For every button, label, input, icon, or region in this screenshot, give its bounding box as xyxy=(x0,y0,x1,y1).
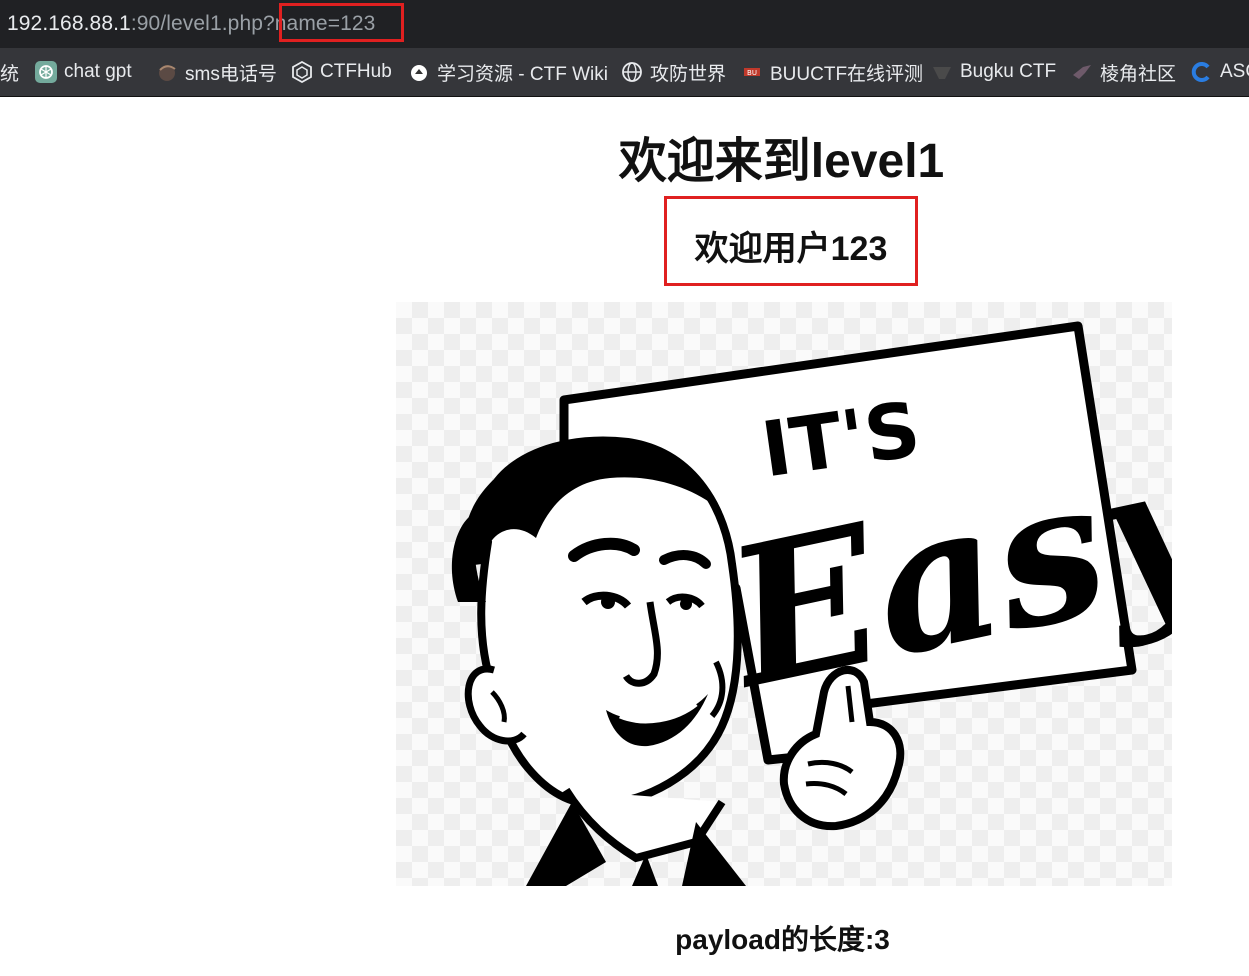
its-easy-image: IT'S Easy xyxy=(396,302,1244,886)
bookmark-label: chat gpt xyxy=(64,61,132,82)
bookmark-label: sms电话号 xyxy=(185,63,277,85)
bookmark-ctfhub[interactable]: CTFHub xyxy=(291,48,392,96)
bugku-icon xyxy=(931,61,953,83)
globe-icon xyxy=(621,61,643,83)
bookmark-label: 统 xyxy=(0,63,20,85)
openai-icon xyxy=(35,61,57,83)
svg-text:BU: BU xyxy=(747,69,757,77)
address-bar[interactable]: 192.168.88.1:90/level1.php?name=123 xyxy=(0,0,1249,48)
ctfhub-icon xyxy=(291,61,313,83)
bookmark-chat-gpt[interactable]: chat gpt xyxy=(35,48,132,96)
bookmark-ctf-wiki[interactable]: 学习资源 - CTF Wiki xyxy=(408,48,608,96)
ctf-wiki-icon xyxy=(408,61,430,83)
user-greeting: 欢迎用户123 xyxy=(694,230,888,268)
bookmark-item[interactable]: 统 xyxy=(0,48,19,96)
bookmark-label: 攻防世界 xyxy=(650,63,727,85)
query-highlight-box xyxy=(279,3,404,42)
buuctf-icon: BU xyxy=(741,61,763,83)
sms-icon xyxy=(156,61,178,83)
bookmark-label: BUUCTF在线评测 xyxy=(770,63,924,85)
its-easy-illustration: IT'S Easy xyxy=(451,321,1244,886)
bookmark-label: ASC xyxy=(1220,61,1249,82)
bookmark-lengjiao[interactable]: 棱角社区 xyxy=(1071,48,1176,96)
bookmark-sms[interactable]: sms电话号 xyxy=(156,48,277,96)
bookmark-label: 棱角社区 xyxy=(1100,63,1177,85)
bookmark-asc[interactable]: ASC xyxy=(1191,48,1249,96)
url-path: :90/level1.php? xyxy=(130,12,275,35)
bookmark-buuctf[interactable]: BU BUUCTF在线评测 xyxy=(741,48,923,96)
bookmark-gongfang[interactable]: 攻防世界 xyxy=(621,48,726,96)
bookmark-label: 学习资源 - CTF Wiki xyxy=(437,63,608,85)
bookmarks-bar: 统 chat gpt sms电话号 CTFHub 学习资源 - CTF Wiki xyxy=(0,48,1249,97)
bookmark-bugku[interactable]: Bugku CTF xyxy=(931,48,1056,96)
bookmark-label: Bugku CTF xyxy=(960,61,1057,82)
url-host: 192.168.88.1 xyxy=(7,12,131,35)
bookmark-label: CTFHub xyxy=(320,61,392,82)
page-title: 欢迎来到level1 xyxy=(618,135,945,188)
c-logo-icon xyxy=(1191,61,1213,83)
payload-length: payload的长度:3 xyxy=(675,924,890,955)
bird-icon xyxy=(1071,61,1093,83)
